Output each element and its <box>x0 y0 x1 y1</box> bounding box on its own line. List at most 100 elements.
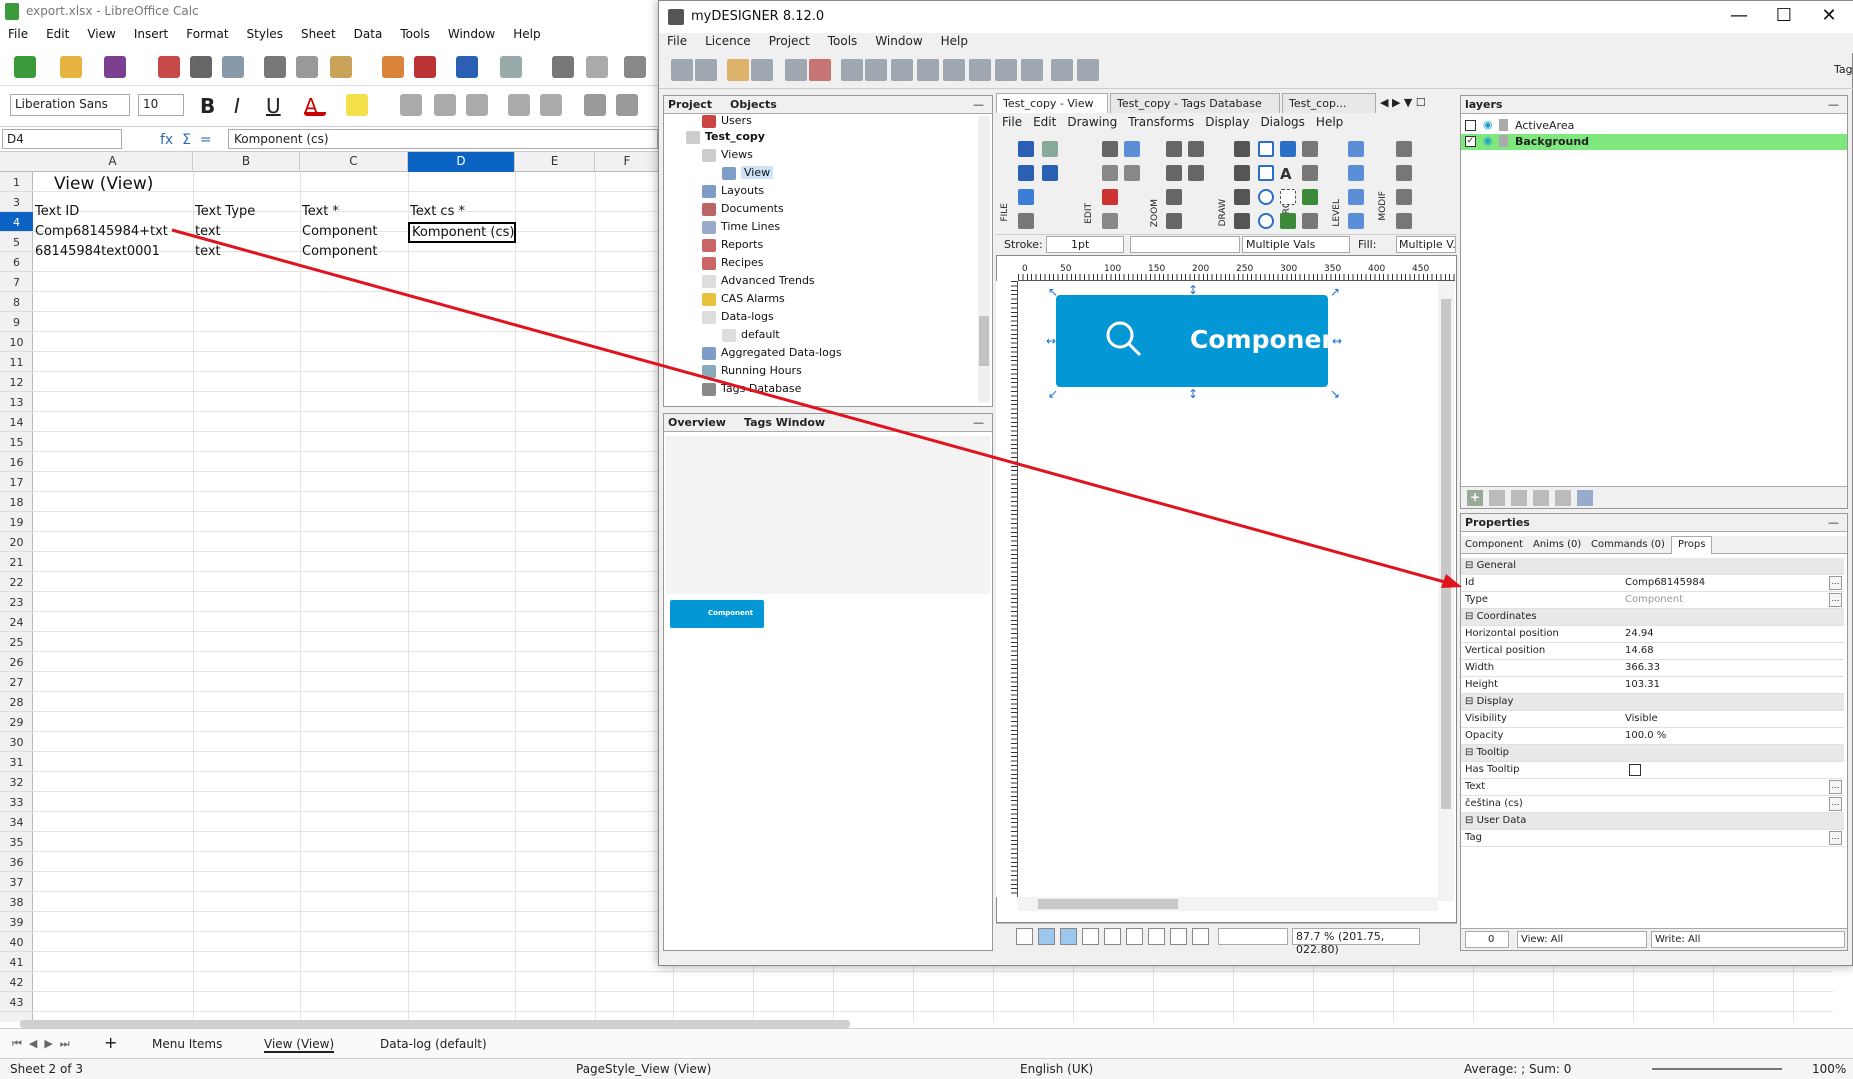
save-all-icon[interactable] <box>695 59 717 81</box>
row-header-9[interactable]: 9 <box>0 312 33 332</box>
prop-tab-anims[interactable]: Anims (0) <box>1533 539 1581 550</box>
column-header-f[interactable]: F <box>595 152 660 172</box>
canvas-vertical-scrollbar[interactable] <box>1438 281 1454 901</box>
editor-clone-icon[interactable] <box>1124 165 1140 181</box>
row-header-25[interactable]: 25 <box>0 632 33 652</box>
prop-row-has-tooltip[interactable]: Has Tooltip <box>1461 762 1844 779</box>
select-mode-icon[interactable] <box>1016 928 1033 945</box>
section-display[interactable]: ⊟ Display <box>1461 694 1844 711</box>
calc-menu-data[interactable]: Data <box>354 27 383 48</box>
tree-item-views[interactable]: Views <box>702 148 753 162</box>
spelling-icon[interactable] <box>586 56 608 78</box>
lock-icon[interactable] <box>1499 119 1508 131</box>
group-icon[interactable] <box>1302 141 1318 157</box>
resize-handle-nw[interactable]: ↖ <box>1048 286 1058 298</box>
row-header-16[interactable]: 16 <box>0 452 33 472</box>
layer-properties-icon[interactable] <box>1577 490 1593 506</box>
find-icon[interactable] <box>865 59 887 81</box>
row-header-27[interactable]: 27 <box>0 672 33 692</box>
sheet-tab-data-log[interactable]: Data-log (default) <box>380 1037 487 1051</box>
has-tooltip-checkbox[interactable] <box>1629 764 1641 776</box>
row-header-8[interactable]: 8 <box>0 292 33 312</box>
path-icon[interactable] <box>1170 928 1187 945</box>
row-header-20[interactable]: 20 <box>0 532 33 552</box>
row-header-18[interactable]: 18 <box>0 492 33 512</box>
stroke-width-select[interactable]: 1pt <box>1046 236 1124 253</box>
editor-menu-edit[interactable]: Edit <box>1033 115 1056 131</box>
print-preview-icon[interactable] <box>222 56 244 78</box>
section-tooltip[interactable]: ⊟ Tooltip <box>1461 745 1844 762</box>
bold-icon[interactable]: B <box>200 94 222 118</box>
row-header-3[interactable]: 3 <box>0 192 33 212</box>
export-pdf-icon[interactable] <box>158 56 180 78</box>
prop-row-vpos[interactable]: Vertical position 14.68 <box>1461 643 1844 660</box>
formula-input[interactable]: Komponent (cs) <box>228 129 658 149</box>
prop-row-id[interactable]: Id Comp68145984… <box>1461 575 1844 592</box>
md-menu-licence[interactable]: Licence <box>705 34 751 53</box>
editor-menu-dialogs[interactable]: Dialogs <box>1260 115 1304 131</box>
component-button[interactable]: Component <box>1056 295 1351 387</box>
font-size-box[interactable]: 10 <box>138 94 184 116</box>
minimize-icon[interactable]: — <box>1719 5 1759 26</box>
prop-row-visibility[interactable]: Visibility Visible <box>1461 711 1844 728</box>
prop-tab-props[interactable]: Props <box>1671 536 1713 554</box>
selection-rect-icon[interactable] <box>1280 189 1296 205</box>
grid-icon[interactable] <box>1082 928 1099 945</box>
editor-save-all-icon[interactable] <box>1042 165 1058 181</box>
cell-c5[interactable]: Component <box>302 244 377 259</box>
italic-icon[interactable]: I <box>234 94 256 118</box>
resize-handle-e[interactable]: ↔ <box>1332 335 1342 347</box>
resize-handle-se[interactable]: ↘ <box>1330 388 1340 400</box>
editor-copy-icon[interactable] <box>1124 141 1140 157</box>
column-header-a[interactable]: A <box>33 152 193 172</box>
cell-d3[interactable]: Text cs * <box>410 204 465 219</box>
row-header-17[interactable]: 17 <box>0 472 33 492</box>
cylinder-icon[interactable] <box>1280 141 1296 157</box>
export-icon[interactable] <box>1021 59 1043 81</box>
cell-b4[interactable]: text <box>195 224 221 239</box>
save-icon[interactable] <box>104 56 126 78</box>
calc-menu-tools[interactable]: Tools <box>400 27 430 48</box>
cell-b5[interactable]: text <box>195 244 221 259</box>
delete-icon[interactable] <box>809 59 831 81</box>
row-header-22[interactable]: 22 <box>0 572 33 592</box>
send-backward-icon[interactable] <box>1348 189 1364 205</box>
editor-menu-file[interactable]: File <box>1002 115 1022 131</box>
editor-tab-tags-database[interactable]: Test_copy - Tags Database <box>1110 93 1280 113</box>
editor-menu-drawing[interactable]: Drawing <box>1067 115 1117 131</box>
section-user-data[interactable]: ⊟ User Data <box>1461 813 1844 830</box>
cell-a3[interactable]: Text ID <box>35 204 79 219</box>
tree-item-recipes[interactable]: Recipes <box>702 256 764 270</box>
sheet-tab-view[interactable]: View (View) <box>264 1037 335 1053</box>
font-color-icon[interactable]: A <box>304 94 326 118</box>
redo-icon[interactable] <box>500 56 522 78</box>
undo-icon[interactable] <box>456 56 478 78</box>
zoom-out-icon[interactable] <box>1188 141 1204 157</box>
stroke-color-select[interactable]: Multiple Vals <box>1242 236 1350 253</box>
zoom-in-icon[interactable] <box>1166 141 1182 157</box>
save-icon[interactable] <box>671 59 693 81</box>
write-filter-select[interactable]: Write: All <box>1651 931 1845 948</box>
cell-d4[interactable]: Komponent (cs) <box>408 222 516 243</box>
resize-handle-n[interactable]: ↕ <box>1188 284 1198 296</box>
new-icon[interactable] <box>14 56 36 78</box>
prop-tab-commands[interactable]: Commands (0) <box>1591 539 1665 550</box>
find-replace-icon[interactable] <box>552 56 574 78</box>
editor-menu-transforms[interactable]: Transforms <box>1128 115 1194 131</box>
html-icon[interactable] <box>1234 189 1250 205</box>
undo-icon[interactable] <box>727 59 749 81</box>
row-header-5[interactable]: 5 <box>0 232 33 252</box>
row-header-41[interactable]: 41 <box>0 952 33 972</box>
row-header-35[interactable]: 35 <box>0 832 33 852</box>
add-icon[interactable] <box>891 59 913 81</box>
snap-icon[interactable] <box>1038 928 1055 945</box>
md-menu-window[interactable]: Window <box>875 34 922 53</box>
print-icon[interactable] <box>1051 59 1073 81</box>
layer-row-activearea[interactable]: ◉ ActiveArea <box>1461 118 1847 134</box>
tab-overview[interactable]: Overview <box>668 416 726 429</box>
prop-type-edit-button[interactable]: … <box>1829 593 1842 607</box>
zoom-area-icon[interactable] <box>1188 165 1204 181</box>
calc-menu-format[interactable]: Format <box>186 27 228 48</box>
row-header-24[interactable]: 24 <box>0 612 33 632</box>
picture-icon[interactable] <box>1280 213 1296 229</box>
